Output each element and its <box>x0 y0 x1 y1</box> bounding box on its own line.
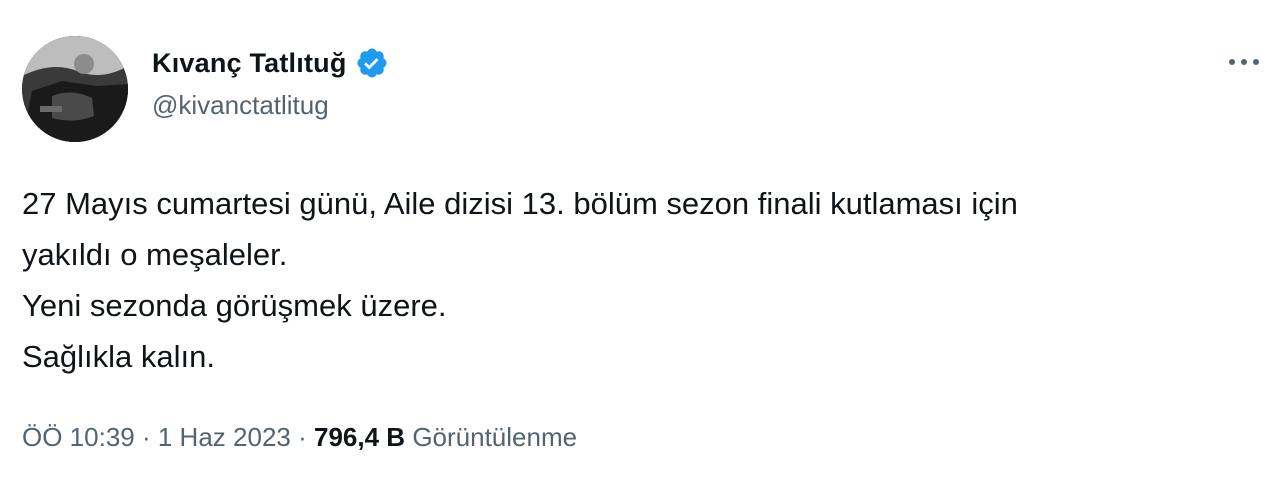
tweet-text-line: 27 Mayıs cumartesi günü, Aile dizisi 13.… <box>22 186 1018 221</box>
tweet-text-line: yakıldı o meşaleler. <box>22 237 288 272</box>
more-dot-icon <box>1241 59 1247 65</box>
tweet-card: Kıvanç Tatlıtuğ @kivanctatlitug 27 Mayıs… <box>0 0 1280 490</box>
avatar[interactable] <box>22 36 128 142</box>
tweet-date[interactable]: 1 Haz 2023 <box>158 422 291 452</box>
more-dot-icon <box>1253 59 1259 65</box>
author-display-name[interactable]: Kıvanç Tatlıtuğ <box>152 48 347 79</box>
author-name-row: Kıvanç Tatlıtuğ <box>152 44 389 82</box>
tweet-text-line: Yeni sezonda görüşmek üzere. <box>22 288 447 323</box>
tweet-text-line: Sağlıkla kalın. <box>22 339 215 374</box>
meta-separator: · <box>141 422 151 452</box>
more-options-button[interactable] <box>1222 50 1266 74</box>
more-dot-icon <box>1229 59 1235 65</box>
avatar-photo-icon <box>22 36 128 142</box>
tweet-time[interactable]: ÖÖ 10:39 <box>22 422 135 452</box>
author-handle[interactable]: @kivanctatlitug <box>152 90 329 121</box>
tweet-meta: ÖÖ 10:39 · 1 Haz 2023 · 796,4 B Görüntül… <box>22 422 577 453</box>
tweet-text: 27 Mayıs cumartesi günü, Aile dizisi 13.… <box>22 178 1262 382</box>
meta-separator: · <box>298 422 307 452</box>
views-count[interactable]: 796,4 B <box>314 422 405 452</box>
verified-badge-icon <box>355 46 389 80</box>
views-label: Görüntülenme <box>412 422 578 452</box>
